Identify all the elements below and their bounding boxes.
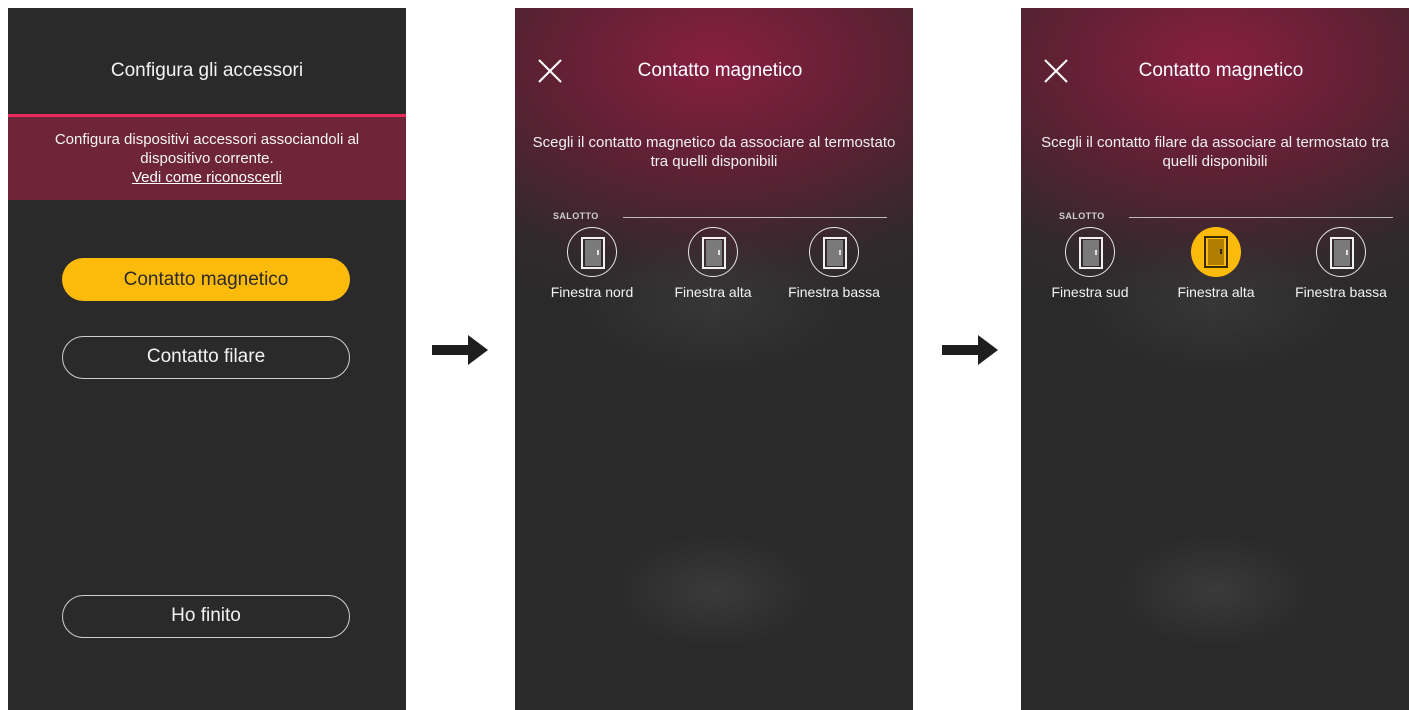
device-icon-circle bbox=[1191, 227, 1241, 277]
page-title: Configura gli accessori bbox=[110, 60, 304, 81]
device-item[interactable]: Finestra sud bbox=[1030, 227, 1150, 300]
section-label: SALOTTO bbox=[553, 211, 599, 221]
door-icon bbox=[702, 237, 726, 269]
door-icon bbox=[581, 237, 605, 269]
device-item[interactable]: Finestra nord bbox=[532, 227, 652, 300]
device-label: Finestra sud bbox=[1051, 284, 1129, 300]
device-icon-circle bbox=[1065, 227, 1115, 277]
device-label: Finestra bassa bbox=[1295, 284, 1387, 300]
wired-contact-button[interactable]: Contatto filare bbox=[62, 336, 350, 379]
device-item[interactable]: Finestra alta bbox=[653, 227, 773, 300]
door-icon bbox=[1330, 237, 1354, 269]
device-label: Finestra alta bbox=[674, 284, 752, 300]
section-header: SALOTTO bbox=[1059, 211, 1393, 223]
arrow-right-icon bbox=[942, 335, 998, 365]
section-header: SALOTTO bbox=[553, 211, 887, 223]
device-label: Finestra alta bbox=[1177, 284, 1255, 300]
banner-description: Configura dispositivi accessori associan… bbox=[54, 131, 360, 167]
device-item[interactable]: Finestra bassa bbox=[1281, 227, 1401, 300]
instruction-text: Scegli il contatto magnetico da associar… bbox=[532, 134, 896, 170]
screen-select-wired-contact: Contatto magnetico Scegli il contatto fi… bbox=[1021, 8, 1409, 710]
section-divider bbox=[623, 217, 887, 218]
bottom-glow bbox=[614, 534, 814, 647]
bottom-glow bbox=[1118, 534, 1312, 647]
door-icon bbox=[1204, 236, 1228, 268]
arrow-right-icon bbox=[432, 335, 488, 365]
door-icon bbox=[823, 237, 847, 269]
device-label: Finestra nord bbox=[550, 284, 634, 300]
device-icon-circle bbox=[809, 227, 859, 277]
page-title: Contatto magnetico bbox=[637, 60, 803, 81]
how-to-recognize-link[interactable]: Vedi come riconoscerli bbox=[18, 168, 396, 187]
done-button[interactable]: Ho finito bbox=[62, 595, 350, 638]
magnetic-contact-button[interactable]: Contatto magnetico bbox=[62, 258, 350, 301]
screen-select-magnetic-contact: Contatto magnetico Scegli il contatto ma… bbox=[515, 8, 913, 710]
device-icon-circle bbox=[1316, 227, 1366, 277]
device-icon-circle bbox=[688, 227, 738, 277]
page-title: Contatto magnetico bbox=[1138, 60, 1304, 81]
instruction-text: Scegli il contatto filare da associare a… bbox=[1041, 134, 1389, 170]
info-banner-text: Configura dispositivi accessori associan… bbox=[18, 130, 396, 187]
device-item[interactable]: Finestra bassa bbox=[774, 227, 894, 300]
device-item-selected[interactable]: Finestra alta bbox=[1156, 227, 1276, 300]
section-label: SALOTTO bbox=[1059, 211, 1105, 221]
device-icon-circle bbox=[567, 227, 617, 277]
door-icon bbox=[1079, 237, 1103, 269]
screen-configure-accessories: Configura gli accessori Configura dispos… bbox=[8, 8, 406, 710]
section-divider bbox=[1129, 217, 1393, 218]
device-label: Finestra bassa bbox=[788, 284, 880, 300]
